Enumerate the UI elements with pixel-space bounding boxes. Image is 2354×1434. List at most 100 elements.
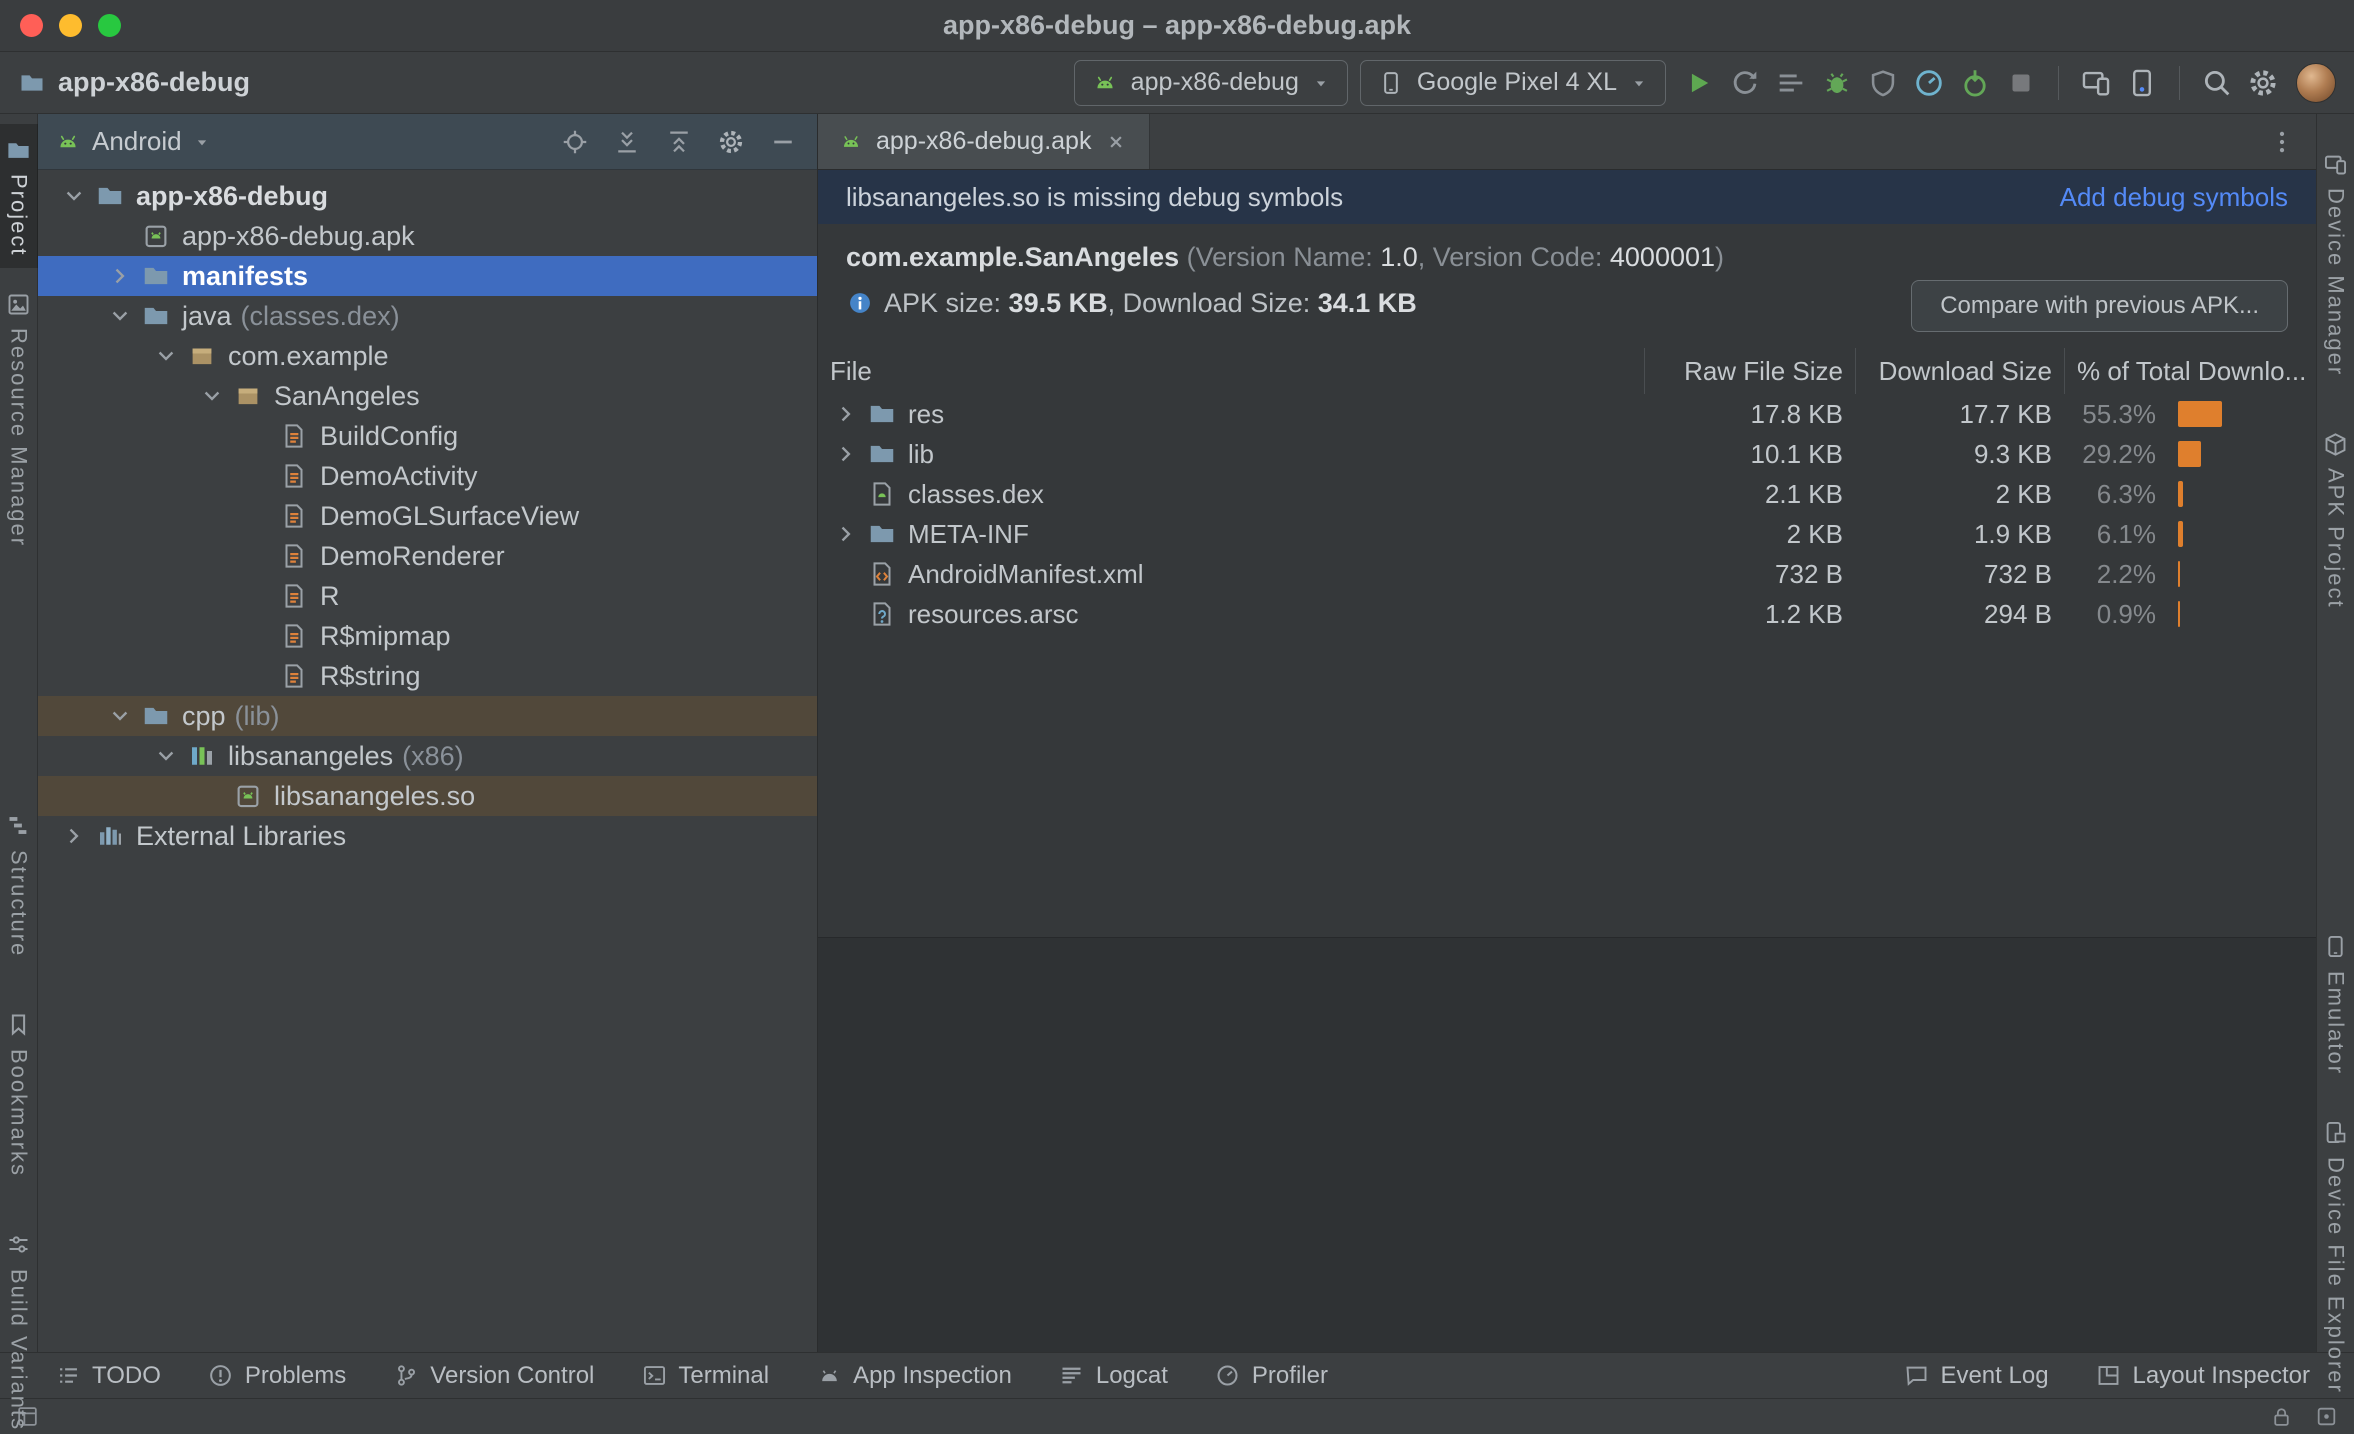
percent: 55.3% [2082,398,2156,429]
tree-item-com-example[interactable]: com.example [38,336,817,376]
tool-button-device-file-explorer[interactable]: Device File Explorer [2317,1107,2354,1406]
chevron-right-icon[interactable] [826,434,866,474]
tool-button-version-control[interactable]: Version Control [392,1362,594,1390]
tree-item-libsanangeles-so[interactable]: libsanangeles.so [38,776,817,816]
tree-item-r[interactable]: R [38,576,817,616]
file-row-lib[interactable]: lib 10.1 KB 9.3 KB 29.2% [818,434,2316,474]
tool-button-device-manager[interactable]: Device Manager [2317,138,2354,388]
column-header-raw-size[interactable]: Raw File Size [1644,348,1855,394]
attach-profiler-icon[interactable] [1954,62,1996,104]
download-size: 1.9 KB [1973,518,2052,549]
column-header-percent[interactable]: % of Total Downlo... [2064,348,2316,394]
minimize-window-button[interactable] [59,14,82,37]
chevron-down-icon[interactable] [146,736,186,776]
tree-item-label: DemoRenderer [320,540,505,571]
device-select[interactable]: Google Pixel 4 XL [1359,59,1666,106]
tree-item-demorenderer[interactable]: DemoRenderer [38,536,817,576]
chevron-down-icon[interactable] [54,176,94,216]
tree-item-buildconfig[interactable]: BuildConfig [38,416,817,456]
column-header-file[interactable]: File [818,348,1644,394]
run-on-device-icon[interactable] [2075,62,2117,104]
hide-icon[interactable] [765,124,801,160]
tree-item-sanangeles[interactable]: SanAngeles [38,376,817,416]
chevron-right-icon[interactable] [54,816,94,856]
tree-item-manifests[interactable]: manifests [38,256,817,296]
lock-icon[interactable] [2268,1403,2295,1430]
tab-apk[interactable]: app-x86-debug.apk [818,114,1151,169]
device-mirror-icon[interactable] [2121,62,2163,104]
tree-item-app-x86-debug[interactable]: app-x86-debug [38,176,817,216]
chevron-down-icon[interactable] [100,296,140,336]
bottom-right-tools: Event Log Layout Inspector [1902,1362,2310,1390]
stop-icon[interactable] [2000,62,2042,104]
tree-item-external-libraries[interactable]: External Libraries [38,816,817,856]
chevron-down-icon[interactable] [146,336,186,376]
chevron-right-icon[interactable] [826,394,866,434]
tree-item-app-x86-debug-apk[interactable]: app-x86-debug.apk [38,216,817,256]
shield-icon[interactable] [1862,62,1904,104]
add-debug-symbols-link[interactable]: Add debug symbols [2060,182,2288,213]
tree-item-r-mipmap[interactable]: R$mipmap [38,616,817,656]
tool-button-project[interactable]: Project [0,124,38,269]
download-size: 2 KB [1995,478,2052,509]
debug-icon[interactable] [1816,62,1858,104]
locate-icon[interactable] [557,124,593,160]
tool-button-resource-manager[interactable]: Resource Manager [0,278,38,559]
chevron-right-icon[interactable] [826,514,866,554]
tool-button-structure[interactable]: Structure [0,800,38,969]
tree-item-libsanangeles[interactable]: libsanangeles (x86) [38,736,817,776]
tool-button-bookmarks[interactable]: Bookmarks [0,999,38,1189]
compare-apk-button[interactable]: Compare with previous APK... [1911,280,2288,332]
tool-button-layout-inspector[interactable]: Layout Inspector [2095,1362,2310,1390]
debug-symbols-banner: libsanangeles.so is missing debug symbol… [818,170,2316,224]
notifications-icon[interactable] [2313,1403,2340,1430]
file-row-res[interactable]: res 17.8 KB 17.7 KB 55.3% [818,394,2316,434]
tool-button-terminal[interactable]: Terminal [640,1362,769,1390]
search-icon[interactable] [2196,62,2238,104]
file-row-meta-inf[interactable]: META-INF 2 KB 1.9 KB 6.1% [818,514,2316,554]
expand-all-icon[interactable] [609,124,645,160]
profiler-icon[interactable] [1908,62,1950,104]
tool-button-emulator[interactable]: Emulator [2317,921,2354,1087]
layout-inspector-icon [2095,1362,2123,1390]
tree-item-label: BuildConfig [320,420,459,451]
settings-icon[interactable] [2242,62,2284,104]
apply-changes-icon[interactable] [1724,62,1766,104]
tool-button-build-variants[interactable]: Build Variants [0,1219,38,1434]
profile-lines-icon[interactable] [1770,62,1812,104]
tab-options-icon[interactable] [2264,124,2300,160]
file-row-resources-arsc[interactable]: resources.arsc 1.2 KB 294 B 0.9% [818,594,2316,634]
tool-button-apk-project[interactable]: APK Project [2317,418,2354,621]
project-view-select[interactable]: Android [54,126,212,157]
run-icon[interactable] [1678,62,1720,104]
tree-item-java[interactable]: java (classes.dex) [38,296,817,336]
tool-button-label: Problems [244,1361,347,1389]
close-window-button[interactable] [20,14,43,37]
download-size: 9.3 KB [1973,438,2052,469]
chevron-right-icon[interactable] [100,256,140,296]
tool-button-todo[interactable]: TODO [54,1362,161,1390]
tree-item-demoactivity[interactable]: DemoActivity [38,456,817,496]
column-header-download-size[interactable]: Download Size [1855,348,2064,394]
zoom-window-button[interactable] [98,14,121,37]
collapse-all-icon[interactable] [661,124,697,160]
tree-item-demoglsurfaceview[interactable]: DemoGLSurfaceView [38,496,817,536]
chevron-down-icon[interactable] [100,696,140,736]
tree-item-r-string[interactable]: R$string [38,656,817,696]
tool-button-profiler[interactable]: Profiler [1214,1362,1328,1390]
close-tab-icon[interactable] [1103,129,1129,155]
tree-item-cpp[interactable]: cpp (lib) [38,696,817,736]
file-row-classes-dex[interactable]: classes.dex 2.1 KB 2 KB 6.3% [818,474,2316,514]
editor-preview-icon[interactable] [14,1403,41,1430]
download-size-value: 34.1 KB [1317,287,1417,318]
chevron-down-icon[interactable] [192,376,232,416]
run-configuration-select[interactable]: app-x86-debug [1073,59,1348,106]
settings-icon[interactable] [713,124,749,160]
tool-button-problems[interactable]: Problems [207,1362,346,1390]
project-breadcrumb[interactable]: app-x86-debug [18,67,250,98]
tool-button-app-inspection[interactable]: App Inspection [815,1362,1012,1390]
file-row-androidmanifest-xml[interactable]: AndroidManifest.xml 732 B 732 B 2.2% [818,554,2316,594]
avatar[interactable] [2296,62,2336,103]
tool-button-event-log[interactable]: Event Log [1902,1362,2049,1390]
tool-button-logcat[interactable]: Logcat [1058,1362,1168,1390]
